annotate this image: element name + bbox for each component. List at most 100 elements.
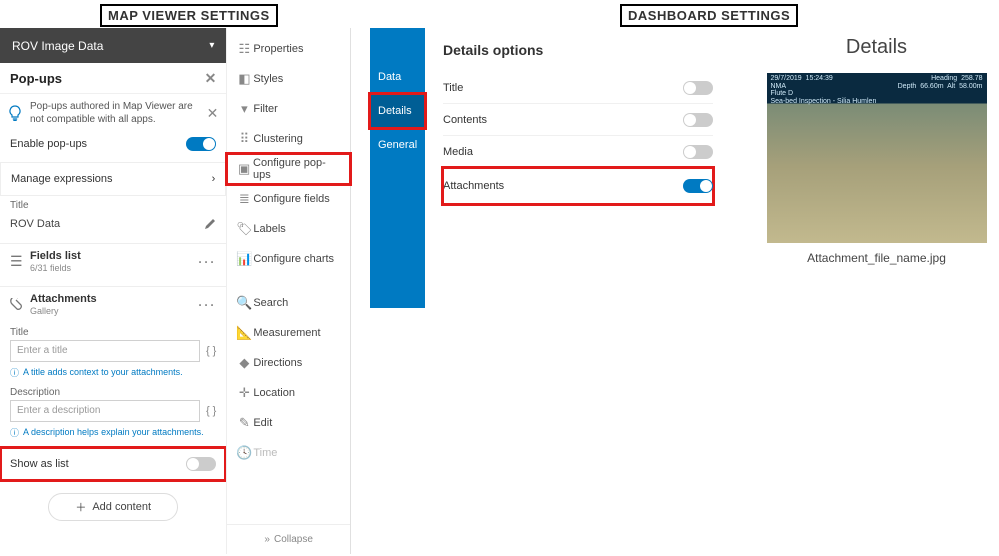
close-icon[interactable]: ✕ — [207, 105, 219, 122]
chevron-right-icon: › — [212, 173, 216, 185]
paperclip-icon — [10, 298, 30, 312]
directions-icon: ◆ — [235, 355, 253, 371]
attachments-card[interactable]: Attachments Gallery ··· — [0, 286, 226, 323]
action-directions[interactable]: ◆Directions — [227, 348, 350, 378]
filter-icon: ▾ — [235, 101, 253, 117]
add-content-label: Add content — [92, 501, 151, 513]
edit-icon: ✎ — [235, 415, 253, 431]
enable-popups-toggle[interactable] — [186, 137, 216, 151]
section-header-right: DASHBOARD SETTINGS — [620, 4, 798, 27]
clock-icon: 🕓 — [235, 445, 253, 461]
option-contents: Contents — [443, 104, 713, 136]
fields-list-name: Fields list — [30, 250, 198, 263]
action-properties[interactable]: ☷Properties — [227, 34, 350, 64]
fields-icon: ≣ — [235, 191, 253, 207]
close-icon[interactable]: ✕ — [205, 70, 217, 87]
option-media: Media — [443, 136, 713, 168]
sliders-icon: ☷ — [235, 41, 253, 57]
title-section-label: Title — [0, 196, 226, 211]
lightbulb-icon — [8, 105, 22, 121]
layer-dropdown[interactable]: ROV Image Data ▾ — [0, 28, 226, 63]
popup-icon: ▣ — [235, 161, 253, 177]
action-search[interactable]: 🔍Search — [227, 288, 350, 318]
popups-config-column: ROV Image Data ▾ Pop-ups ✕ Pop-ups autho… — [0, 28, 226, 554]
option-title-toggle[interactable] — [683, 81, 713, 95]
tab-data[interactable]: Data — [370, 60, 425, 94]
action-configure-fields[interactable]: ≣Configure fields — [227, 184, 350, 214]
collapse-button[interactable]: » Collapse — [227, 524, 350, 554]
details-heading: Details — [762, 36, 991, 59]
action-measurement[interactable]: 📐Measurement — [227, 318, 350, 348]
dashboard-panel: Data Details General Details options Tit… — [370, 28, 999, 308]
popup-title-row[interactable]: ROV Data — [0, 211, 226, 237]
map-viewer-panel: ROV Image Data ▾ Pop-ups ✕ Pop-ups autho… — [0, 28, 351, 554]
attachment-caption: Attachment_file_name.jpg — [762, 251, 991, 265]
action-location[interactable]: ✛Location — [227, 378, 350, 408]
action-filter[interactable]: ▾Filter — [227, 94, 350, 124]
chevron-down-icon: ▾ — [209, 40, 214, 51]
details-preview-pane: Details 29/7/2019 15:24:39 NMA Flute D S… — [754, 28, 999, 308]
manage-expressions-row[interactable]: Manage expressions › — [0, 162, 226, 196]
popup-title-value: ROV Data — [10, 218, 60, 230]
banner-text: Pop-ups authored in Map Viewer are not c… — [30, 100, 207, 126]
measurement-icon: 📐 — [235, 325, 253, 341]
attachments-card-sub: Gallery — [30, 306, 198, 317]
layer-actions-column: ☷Properties ◧Styles ▾Filter ⠿Clustering … — [226, 28, 350, 554]
attachment-desc-hint: ⓘ A description helps explain your attac… — [0, 424, 226, 443]
plus-icon: ＋ — [75, 499, 86, 515]
search-icon: 🔍 — [235, 295, 253, 311]
attachments-card-name: Attachments — [30, 293, 198, 306]
charts-icon: 📊 — [235, 251, 253, 267]
attachment-desc-input[interactable]: Enter a description — [10, 400, 200, 422]
fields-list-card[interactable]: ☰ Fields list 6/31 fields ··· — [0, 243, 226, 280]
fields-list-icon: ☰ — [10, 253, 30, 270]
action-configure-popups[interactable]: ▣Configure pop-ups — [227, 154, 350, 184]
chevron-right-icon: » — [264, 534, 270, 545]
action-styles[interactable]: ◧Styles — [227, 64, 350, 94]
dashboard-options: Details options Title Contents Media Att… — [425, 28, 754, 308]
more-icon[interactable]: ··· — [198, 255, 216, 269]
styles-icon: ◧ — [235, 71, 253, 87]
expression-icon[interactable]: { } — [206, 405, 216, 417]
enable-popups-row: Enable pop-ups — [0, 132, 226, 156]
manage-expressions-label: Manage expressions — [11, 173, 113, 185]
info-icon: ⓘ — [10, 366, 19, 379]
pencil-icon[interactable] — [204, 218, 216, 230]
attachment-title-hint: ⓘ A title adds context to your attachmen… — [0, 364, 226, 383]
layer-name: ROV Image Data — [12, 39, 103, 53]
expression-icon[interactable]: { } — [206, 345, 216, 357]
action-labels[interactable]: 🏷Labels — [227, 214, 350, 244]
tab-details[interactable]: Details — [370, 94, 425, 128]
panel-title: Pop-ups — [10, 71, 62, 86]
option-attachments-toggle[interactable] — [683, 179, 713, 193]
more-icon[interactable]: ··· — [198, 298, 216, 312]
option-attachments: Attachments — [443, 168, 713, 204]
info-icon: ⓘ — [10, 426, 19, 439]
action-configure-charts[interactable]: 📊Configure charts — [227, 244, 350, 274]
add-content-button[interactable]: ＋ Add content — [48, 493, 178, 521]
action-edit[interactable]: ✎Edit — [227, 408, 350, 438]
tab-general[interactable]: General — [370, 128, 425, 162]
show-as-list-toggle[interactable] — [186, 457, 216, 471]
option-title: Title — [443, 72, 713, 104]
details-options-heading: Details options — [443, 42, 754, 58]
fields-list-sub: 6/31 fields — [30, 263, 198, 274]
option-contents-toggle[interactable] — [683, 113, 713, 127]
show-as-list-label: Show as list — [10, 458, 69, 470]
overlay-top: 29/7/2019 15:24:39 NMA Flute D Sea-bed I… — [771, 75, 983, 106]
enable-popups-label: Enable pop-ups — [10, 138, 87, 150]
location-icon: ✛ — [235, 385, 253, 401]
attachment-title-input[interactable]: Enter a title — [10, 340, 200, 362]
attachment-title-label: Title — [0, 323, 226, 338]
labels-icon: 🏷 — [235, 221, 253, 237]
option-media-toggle[interactable] — [683, 145, 713, 159]
show-as-list-row: Show as list — [0, 447, 226, 481]
attachment-thumbnail[interactable]: 29/7/2019 15:24:39 NMA Flute D Sea-bed I… — [767, 73, 987, 243]
clustering-icon: ⠿ — [235, 131, 253, 147]
dashboard-tabs: Data Details General — [370, 28, 425, 308]
action-time: 🕓Time — [227, 438, 350, 468]
compatibility-banner: Pop-ups authored in Map Viewer are not c… — [0, 93, 226, 132]
action-clustering[interactable]: ⠿Clustering — [227, 124, 350, 154]
panel-heading-row: Pop-ups ✕ — [0, 63, 226, 93]
section-header-left: MAP VIEWER SETTINGS — [100, 4, 278, 27]
